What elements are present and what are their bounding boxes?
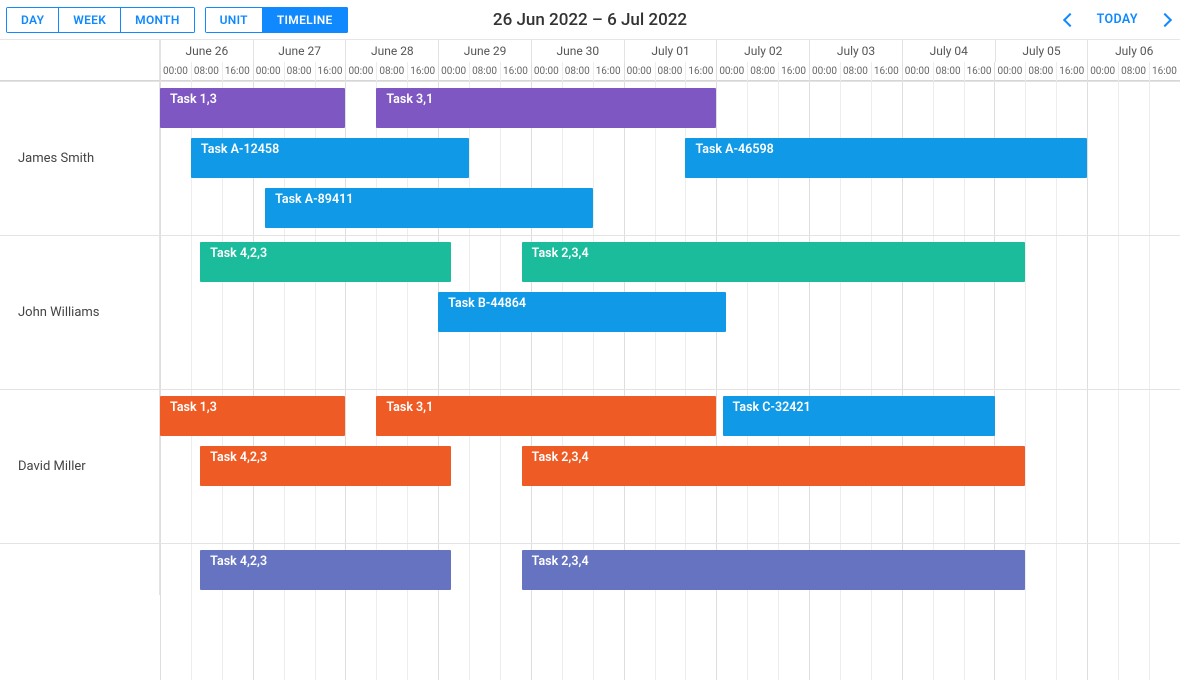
task-bar[interactable]: Task B-44864 — [438, 292, 725, 332]
task-bar[interactable]: Task 4,2,3 — [200, 446, 450, 486]
hour-header-cell: 16:00 — [685, 62, 716, 80]
hour-header-cell: 00:00 — [345, 62, 376, 80]
task-bar[interactable]: Task A-12458 — [191, 138, 469, 178]
task-bar[interactable]: Task A-89411 — [265, 188, 593, 228]
hour-header-cell: 00:00 — [160, 62, 191, 80]
hour-header-cell: 08:00 — [469, 62, 500, 80]
hour-header-cell: 00:00 — [531, 62, 562, 80]
day-header-cell: June 30 — [531, 40, 624, 62]
hour-header-cell: 00:00 — [994, 62, 1025, 80]
next-range-icon[interactable] — [1158, 12, 1172, 26]
timeline-header: June 26June 27June 28June 29June 30July … — [0, 40, 1180, 81]
resource-track[interactable]: Task 1,3 Task 3,1 Task A-12458 Task A-46598… — [160, 81, 1180, 235]
hour-header-cell: 08:00 — [747, 62, 778, 80]
resource-label: John Williams — [0, 235, 160, 389]
resource-label: David Miller — [0, 389, 160, 543]
hour-header-row: 00:0008:0016:0000:0008:0016:0000:0008:00… — [160, 62, 1180, 80]
hour-header-cell: 08:00 — [284, 62, 315, 80]
hour-header-cell: 00:00 — [809, 62, 840, 80]
task-bar[interactable]: Task 3,1 — [376, 88, 716, 128]
today-button[interactable]: TODAY — [1097, 12, 1138, 27]
task-bar[interactable]: Task 1,3 — [160, 396, 345, 436]
tab-month[interactable]: MONTH — [121, 7, 194, 33]
tab-unit[interactable]: UNIT — [205, 7, 263, 33]
hour-header-cell: 16:00 — [1056, 62, 1087, 80]
hour-header-cell: 16:00 — [593, 62, 624, 80]
resource-label — [0, 543, 160, 595]
hour-header-cell: 00:00 — [902, 62, 933, 80]
day-header-cell: June 27 — [253, 40, 346, 62]
hour-header-cell: 16:00 — [222, 62, 253, 80]
hour-header-cell: 16:00 — [407, 62, 438, 80]
hour-header-cell: 00:00 — [438, 62, 469, 80]
hour-header-cell: 08:00 — [840, 62, 871, 80]
hour-header-cell: 08:00 — [933, 62, 964, 80]
hour-header-cell: 16:00 — [1149, 62, 1180, 80]
tab-day[interactable]: DAY — [6, 7, 59, 33]
hour-header-cell: 08:00 — [655, 62, 686, 80]
day-header-cell: June 28 — [345, 40, 438, 62]
nav-controls: TODAY — [1065, 12, 1170, 27]
prev-range-icon[interactable] — [1063, 12, 1077, 26]
task-bar[interactable]: Task C-32421 — [723, 396, 995, 436]
view-mode-tabs: UNIT TIMELINE — [205, 7, 348, 33]
hour-header-cell: 08:00 — [191, 62, 222, 80]
hour-header-cell: 16:00 — [778, 62, 809, 80]
hour-header-cell: 16:00 — [871, 62, 902, 80]
hour-header-cell: 16:00 — [315, 62, 346, 80]
timeline-body: James SmithTask 1,3Task 3,1Task A-12458T… — [0, 81, 1180, 595]
task-bar[interactable]: Task 2,3,4 — [522, 242, 1026, 282]
task-bar[interactable]: Task 3,1 — [376, 396, 716, 436]
day-header-cell: July 06 — [1087, 40, 1180, 62]
task-bar[interactable]: Task 2,3,4 — [522, 446, 1026, 486]
hour-header-cell: 00:00 — [716, 62, 747, 80]
hour-header-cell: 00:00 — [253, 62, 284, 80]
day-header-cell: July 05 — [995, 40, 1088, 62]
day-header-cell: July 04 — [902, 40, 995, 62]
resource-label: James Smith — [0, 81, 160, 235]
task-bar[interactable]: Task 4,2,3 — [200, 242, 450, 282]
resource-track[interactable]: Task 4,2,3 Task 2,3,4 Task B-44864 — [160, 235, 1180, 389]
hour-header-cell: 08:00 — [1025, 62, 1056, 80]
hour-header-cell: 08:00 — [562, 62, 593, 80]
hour-header-cell: 16:00 — [964, 62, 995, 80]
toolbar: DAY WEEK MONTH UNIT TIMELINE 26 Jun 2022… — [0, 0, 1180, 40]
day-header-row: June 26June 27June 28June 29June 30July … — [160, 40, 1180, 62]
hour-header-cell: 08:00 — [1118, 62, 1149, 80]
date-range-title: 26 Jun 2022 – 6 Jul 2022 — [493, 10, 687, 30]
day-header-cell: July 01 — [624, 40, 717, 62]
day-header-cell: July 03 — [809, 40, 902, 62]
day-header-cell: June 26 — [160, 40, 253, 62]
tab-week[interactable]: WEEK — [59, 7, 121, 33]
task-bar[interactable]: Task A-46598 — [685, 138, 1087, 178]
task-bar[interactable]: Task 1,3 — [160, 88, 345, 128]
day-header-cell: June 29 — [438, 40, 531, 62]
resource-track[interactable]: Task 4,2,3 Task 2,3,4 — [160, 543, 1180, 595]
day-header-cell: July 02 — [716, 40, 809, 62]
hour-header-cell: 00:00 — [624, 62, 655, 80]
view-range-tabs: DAY WEEK MONTH — [6, 7, 195, 33]
hour-header-cell: 08:00 — [376, 62, 407, 80]
resource-track[interactable]: Task 1,3 Task 3,1Task C-32421 Task 4,2,3 Ta… — [160, 389, 1180, 543]
hour-header-cell: 00:00 — [1087, 62, 1118, 80]
hour-header-cell: 16:00 — [500, 62, 531, 80]
task-bar[interactable]: Task 4,2,3 — [200, 550, 450, 590]
task-bar[interactable]: Task 2,3,4 — [522, 550, 1026, 590]
tab-timeline[interactable]: TIMELINE — [263, 7, 348, 33]
